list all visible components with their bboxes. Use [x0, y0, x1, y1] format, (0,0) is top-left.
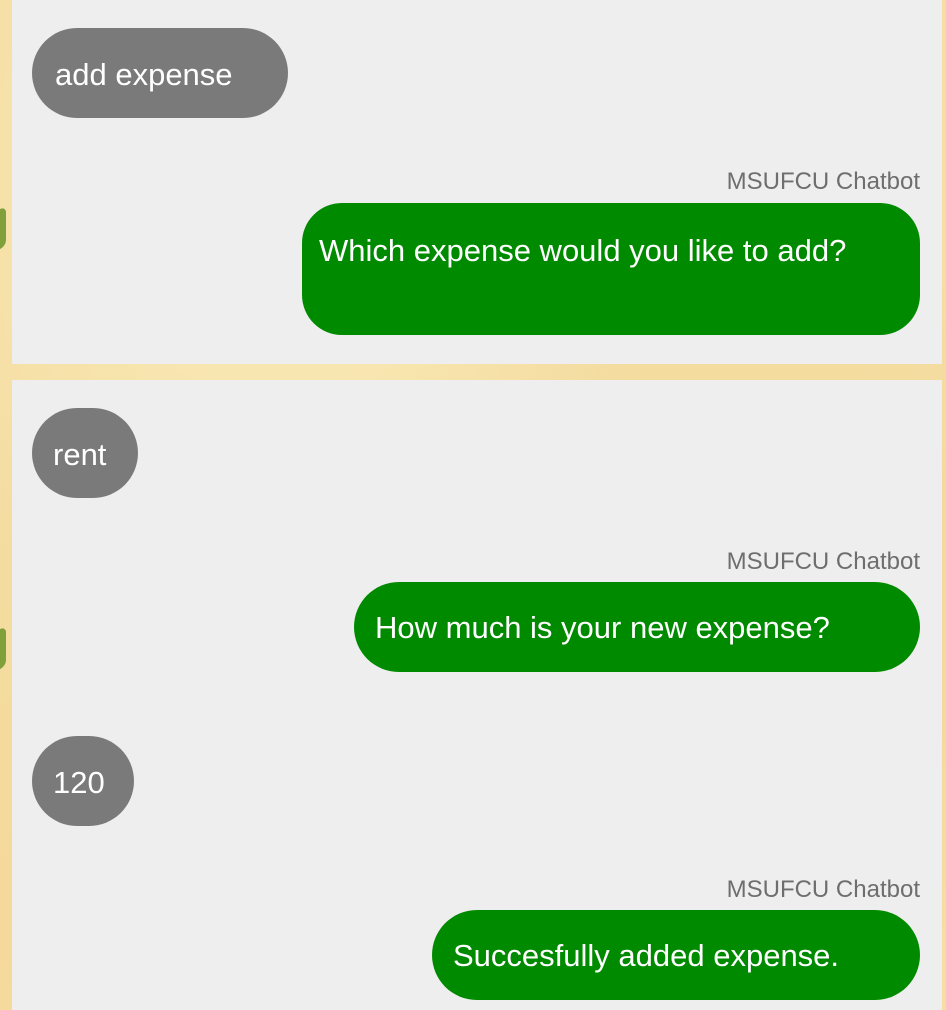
bot-message-bubble: Succesfully added expense.: [432, 910, 920, 1000]
bot-sender-label: MSUFCU Chatbot: [726, 548, 920, 575]
user-message-bubble: rent: [32, 408, 138, 498]
chat-screenshot-panel: add expense MSUFCU Chatbot Which expense…: [12, 0, 942, 364]
bot-sender-label: MSUFCU Chatbot: [726, 876, 920, 903]
bot-message-bubble: How much is your new expense?: [354, 582, 920, 672]
user-message-bubble: add expense: [32, 28, 288, 118]
bot-sender-label: MSUFCU Chatbot: [726, 168, 920, 195]
chat-screenshot-panel: rent MSUFCU Chatbot How much is your new…: [12, 380, 942, 1010]
user-message-bubble: 120: [32, 736, 134, 826]
bot-message-bubble: Which expense would you like to add?: [302, 203, 920, 335]
